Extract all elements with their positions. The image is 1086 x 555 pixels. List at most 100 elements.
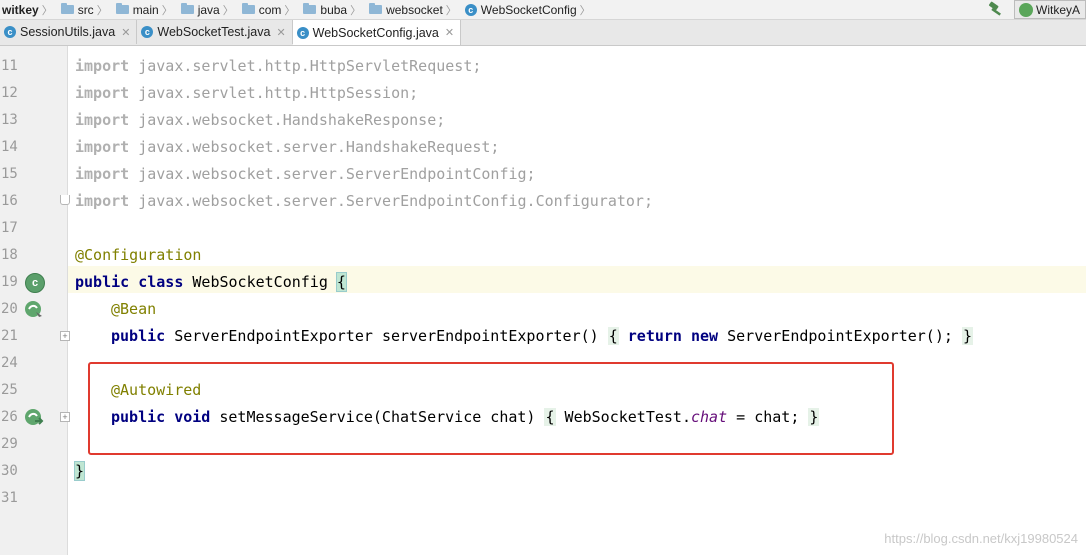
keyword-import: import — [75, 138, 130, 156]
autowired-dependency-icon[interactable] — [24, 408, 44, 428]
breadcrumb-java[interactable]: java 〉 — [179, 2, 240, 18]
code-line-30: } — [73, 458, 86, 485]
line-number: 18 — [1, 247, 18, 263]
import-path: javax.websocket.HandshakeResponse; — [138, 111, 446, 129]
spring-boot-icon — [1019, 2, 1033, 17]
annotation-highlight-box — [88, 362, 894, 455]
import-path: javax.websocket.server.ServerEndpointCon… — [138, 192, 653, 210]
breadcrumb-src[interactable]: src 〉 — [59, 2, 114, 18]
chevron-right-icon: 〉 — [445, 4, 457, 17]
breadcrumb-project-label: witkey — [2, 2, 39, 17]
line-number: 25 — [1, 382, 18, 398]
method-name: serverEndpointExporter() — [381, 327, 599, 345]
folded-close-brace: } — [961, 327, 973, 345]
import-path: javax.websocket.server.HandshakeRequest; — [138, 138, 500, 156]
code-line-12: import javax.servlet.http.HttpSession; — [75, 80, 418, 107]
breadcrumb-src-label: src — [77, 2, 94, 17]
return-type: ServerEndpointExporter — [174, 327, 373, 345]
tab-websocket-test[interactable]: c WebSocketTest.java ✕ — [137, 20, 293, 44]
fold-end-marker[interactable] — [60, 195, 70, 205]
close-brace: } — [73, 461, 86, 481]
line-number: 16 — [1, 193, 18, 209]
line-number: 21 — [1, 328, 18, 344]
run-configuration-selector[interactable]: WitkeyA — [1014, 0, 1086, 19]
line-number: 20 — [1, 301, 18, 317]
line-number: 17 — [1, 220, 18, 236]
folder-icon — [241, 3, 255, 14]
tab-label: WebSocketConfig.java — [312, 25, 439, 40]
watermark: https://blog.csdn.net/kxj19980524 — [884, 531, 1078, 546]
import-path: javax.websocket.server.ServerEndpointCon… — [138, 165, 536, 183]
breadcrumb-com[interactable]: com 〉 — [240, 2, 302, 18]
spring-bean-icon[interactable] — [24, 300, 44, 320]
keyword-import: import — [75, 84, 130, 102]
open-brace: { — [335, 272, 347, 292]
chevron-right-icon: 〉 — [161, 4, 173, 17]
class-icon: c — [464, 3, 477, 16]
breadcrumb-buba-label: buba — [320, 2, 348, 17]
line-number: 15 — [1, 166, 18, 182]
constructor-call: ServerEndpointExporter(); — [727, 327, 953, 345]
close-icon[interactable]: ✕ — [445, 26, 454, 39]
code-line-14: import javax.websocket.server.HandshakeR… — [75, 134, 499, 161]
keyword-public: public — [111, 327, 166, 345]
run-configuration-label: WitkeyA — [1036, 2, 1081, 17]
import-path: javax.servlet.http.HttpServletRequest; — [138, 57, 482, 75]
chevron-right-icon: 〉 — [350, 4, 362, 17]
breadcrumb-buba[interactable]: buba 〉 — [301, 2, 367, 18]
close-icon[interactable]: ✕ — [121, 26, 130, 39]
close-icon[interactable]: ✕ — [276, 26, 285, 39]
code-line-18: @Configuration — [75, 242, 201, 269]
fold-expand-icon[interactable]: + — [60, 331, 70, 341]
line-number: 31 — [1, 490, 18, 506]
navigation-bar: witkey 〉 src 〉 main 〉 java 〉 com 〉 buba 〉 webs… — [0, 0, 1086, 20]
code-line-20: @Bean — [111, 296, 156, 323]
import-path: javax.servlet.http.HttpSession; — [138, 84, 419, 102]
breadcrumb-main-label: main — [132, 2, 159, 17]
toolbar-right: WitkeyA — [986, 0, 1086, 19]
chevron-right-icon: 〉 — [579, 4, 591, 17]
folder-icon — [115, 3, 129, 14]
editor-gutter: 11 12 13 14 15 16 17 18 19 20 21 24 25 2… — [0, 46, 70, 555]
line-number: 24 — [1, 355, 18, 371]
class-name: WebSocketConfig — [192, 273, 328, 291]
spring-bean-class-icon[interactable]: c — [25, 273, 45, 293]
line-number: 11 — [1, 58, 18, 74]
tab-websocket-config[interactable]: c WebSocketConfig.java ✕ — [292, 20, 462, 45]
tab-session-utils[interactable]: c SessionUtils.java ✕ — [0, 20, 138, 44]
code-line-21: public ServerEndpointExporter serverEndp… — [111, 323, 973, 350]
fold-expand-icon[interactable]: + — [60, 412, 70, 422]
folder-icon — [369, 3, 383, 14]
code-line-15: import javax.websocket.server.ServerEndp… — [75, 161, 536, 188]
chevron-right-icon: 〉 — [96, 4, 108, 17]
folder-icon — [60, 3, 74, 14]
breadcrumb-websocket-label: websocket — [386, 2, 443, 17]
keyword-import: import — [75, 57, 130, 75]
code-line-19: public class WebSocketConfig { — [75, 269, 347, 296]
keyword-import: import — [75, 192, 130, 210]
code-line-13: import javax.websocket.HandshakeResponse… — [75, 107, 445, 134]
code-line-16: import javax.websocket.server.ServerEndp… — [75, 188, 653, 215]
folded-open-brace: { — [607, 327, 619, 345]
chevron-right-icon: 〉 — [284, 4, 296, 17]
class-icon: c — [4, 26, 16, 38]
class-icon: c — [296, 26, 309, 39]
breadcrumb-websocket[interactable]: websocket 〉 — [367, 2, 463, 18]
folder-icon — [180, 3, 194, 14]
line-number: 26 — [1, 409, 18, 425]
breadcrumb-main[interactable]: main 〉 — [114, 2, 179, 18]
hammer-icon[interactable] — [986, 0, 1006, 19]
breadcrumb-java-label: java — [197, 2, 220, 17]
breadcrumb-com-label: com — [258, 2, 282, 17]
line-number: 14 — [1, 139, 18, 155]
keyword-public: public — [75, 273, 130, 291]
keyword-import: import — [75, 165, 130, 183]
keyword-new: new — [691, 327, 719, 345]
code-editor[interactable]: 11 12 13 14 15 16 17 18 19 20 21 24 25 2… — [0, 46, 1086, 555]
keyword-class: class — [138, 273, 184, 291]
line-number: 30 — [1, 463, 18, 479]
breadcrumb-class[interactable]: c WebSocketConfig 〉 — [463, 2, 597, 18]
keyword-import: import — [75, 111, 130, 129]
line-number: 13 — [1, 112, 18, 128]
breadcrumb-project[interactable]: witkey 〉 — [0, 2, 59, 18]
